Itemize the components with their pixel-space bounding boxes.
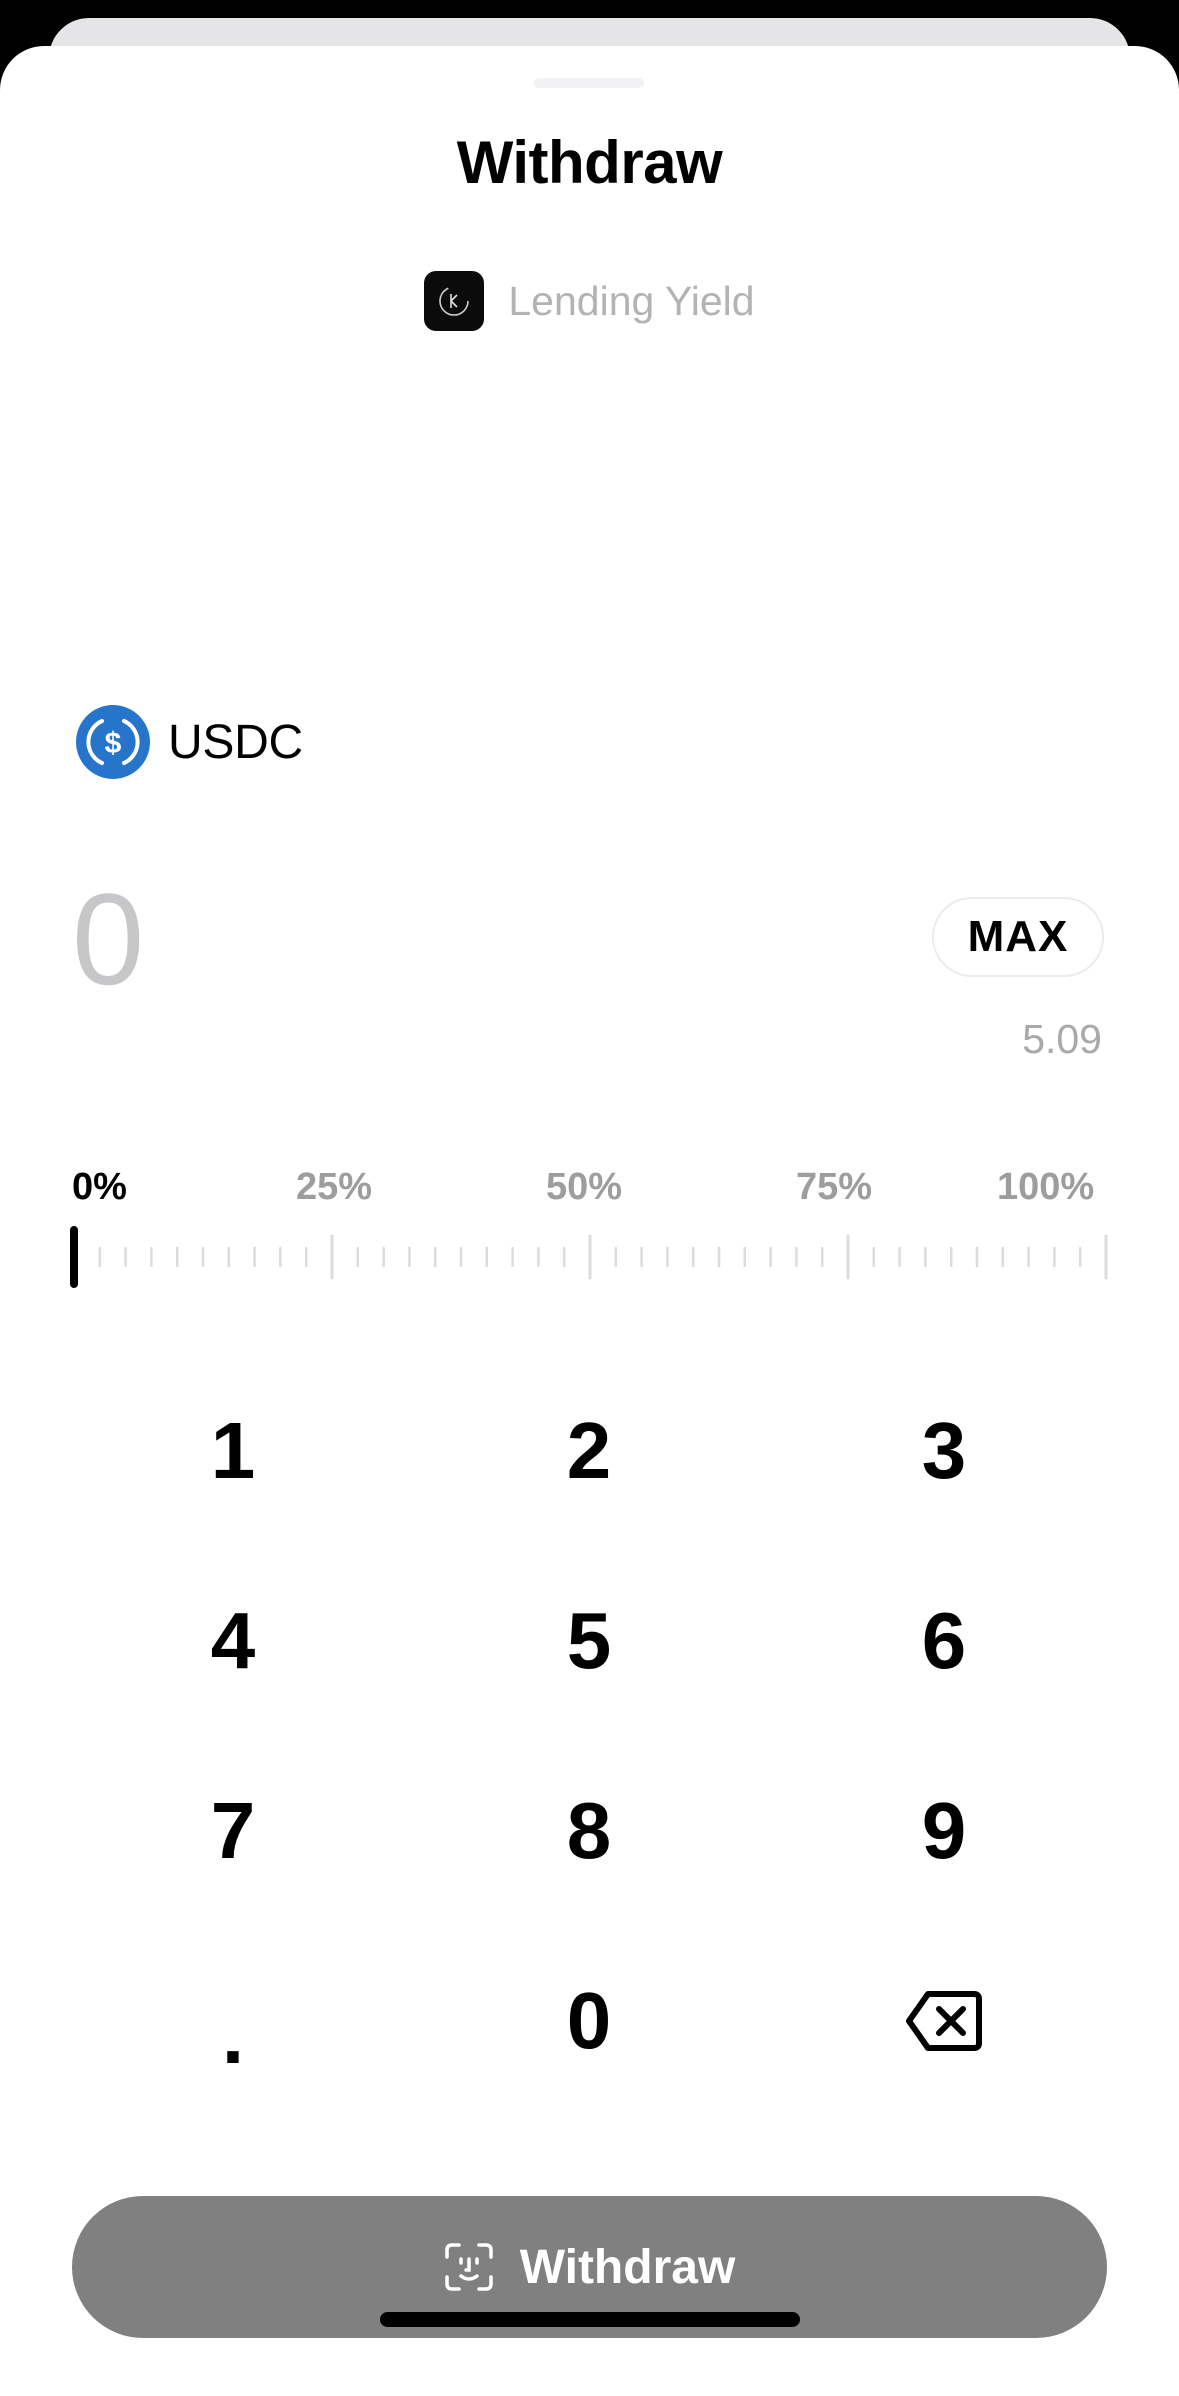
usdc-icon: $: [76, 705, 150, 779]
percent-label-75[interactable]: 75%: [796, 1166, 872, 1209]
key-1[interactable]: 1: [83, 1376, 383, 1526]
source-protocol: Lending Yield: [0, 271, 1179, 331]
slider-handle[interactable]: [70, 1226, 78, 1288]
key-7[interactable]: 7: [83, 1756, 383, 1906]
kamino-logo-icon: [424, 271, 485, 331]
token-selector[interactable]: $ USDC: [76, 705, 303, 779]
key-4[interactable]: 4: [83, 1566, 383, 1716]
key-6[interactable]: 6: [794, 1566, 1094, 1716]
percent-labels: 0% 25% 50% 75% 100%: [72, 1166, 1107, 1216]
home-indicator: [380, 2312, 800, 2327]
key-decimal[interactable]: .: [83, 1946, 383, 2096]
percent-label-50[interactable]: 50%: [546, 1166, 622, 1209]
svg-text:$: $: [105, 727, 122, 760]
percent-slider[interactable]: [70, 1226, 1110, 1290]
key-8[interactable]: 8: [439, 1756, 739, 1906]
sheet-grabber[interactable]: [534, 78, 644, 88]
percent-label-25[interactable]: 25%: [296, 1166, 372, 1209]
token-symbol: USDC: [168, 715, 303, 769]
key-2[interactable]: 2: [439, 1376, 739, 1526]
withdraw-sheet: Withdraw Lending Yield $ USDC 0 MAX 5.09…: [0, 46, 1179, 2396]
withdraw-button-label: Withdraw: [519, 2240, 736, 2294]
page-title: Withdraw: [456, 129, 723, 196]
backspace-icon: [906, 1991, 982, 2051]
key-3[interactable]: 3: [794, 1376, 1094, 1526]
key-5[interactable]: 5: [439, 1566, 739, 1716]
backspace-key[interactable]: [794, 1946, 1094, 2096]
max-button[interactable]: MAX: [932, 897, 1104, 977]
available-balance: 5.09: [1022, 1016, 1102, 1062]
source-label: Lending Yield: [508, 277, 755, 324]
percent-label-100[interactable]: 100%: [997, 1166, 1094, 1209]
percent-label-0[interactable]: 0%: [72, 1166, 127, 1209]
amount-input[interactable]: 0: [72, 864, 144, 1014]
key-9[interactable]: 9: [794, 1756, 1094, 1906]
key-0[interactable]: 0: [439, 1946, 739, 2096]
face-id-icon: [444, 2243, 493, 2291]
